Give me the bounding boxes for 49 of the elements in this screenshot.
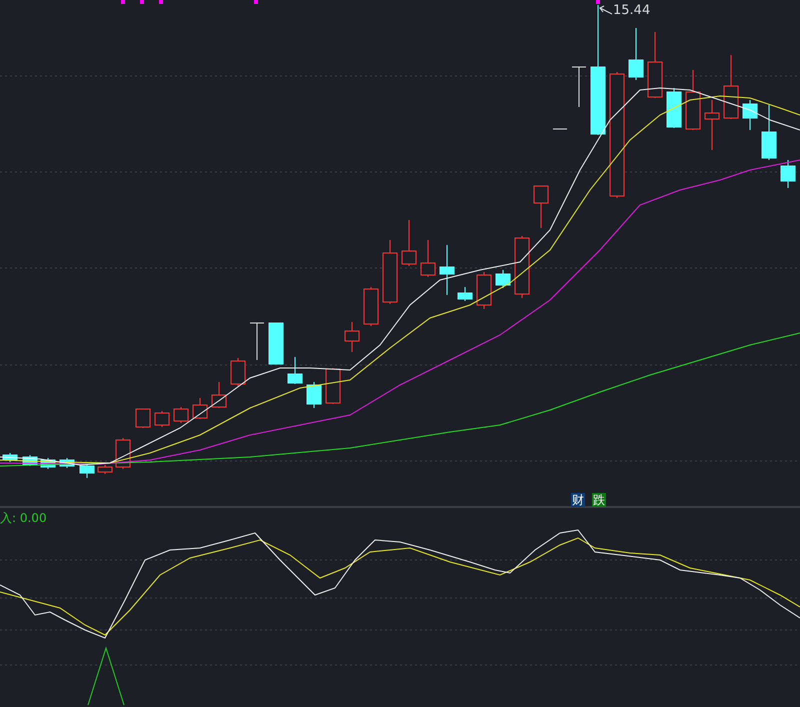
candlestick: [552, 128, 568, 130]
candlestick: [382, 240, 398, 304]
candlestick: [534, 186, 548, 228]
leader-line: [598, 6, 612, 14]
candlestick: [344, 322, 360, 352]
candlestick: [762, 104, 776, 160]
candlestick: [268, 322, 284, 364]
candlestick: [2, 452, 18, 462]
signal-marker: [596, 0, 600, 4]
candlestick: [60, 458, 74, 468]
candlestick: [514, 236, 530, 298]
candlestick: [288, 356, 302, 384]
candlestick: [666, 88, 682, 128]
candlestick: [780, 160, 796, 188]
signal-tag: 跌: [592, 493, 606, 507]
candlestick: [724, 54, 738, 120]
indicator-reading: 入: 0.00: [0, 510, 47, 527]
candlestick: [174, 406, 188, 424]
signal-marker: [140, 0, 144, 4]
candlestick: [402, 220, 416, 266]
candlestick: [496, 270, 510, 288]
signal-tag: 财: [571, 493, 585, 507]
candlestick: [704, 100, 720, 150]
candlestick: [98, 464, 112, 474]
candlestick: [648, 32, 662, 98]
candlestick: [628, 28, 644, 80]
signal-marker: [159, 0, 163, 4]
candlestick: [80, 464, 94, 478]
candlestick: [192, 398, 208, 420]
signal-marker: [254, 0, 258, 4]
candlestick: [742, 100, 758, 130]
candlestick: [458, 286, 472, 302]
candlestick: [306, 382, 322, 408]
candlestick: [154, 410, 170, 428]
candlestick: [440, 244, 454, 296]
buy-signal-spike: [88, 646, 124, 706]
candlestick: [572, 66, 586, 108]
candlestick: [326, 368, 340, 404]
candlestick: [420, 240, 436, 278]
candlestick: [136, 408, 150, 428]
candlestick: [230, 358, 246, 386]
candlestick: [250, 322, 264, 360]
candlestick: [364, 286, 378, 326]
candlestick: [40, 458, 56, 470]
signal-marker: [121, 0, 125, 4]
candlestick: [686, 70, 700, 130]
candlestick: [476, 272, 492, 310]
high-price-label: 15.44: [613, 3, 650, 18]
candlestick: [212, 382, 226, 408]
